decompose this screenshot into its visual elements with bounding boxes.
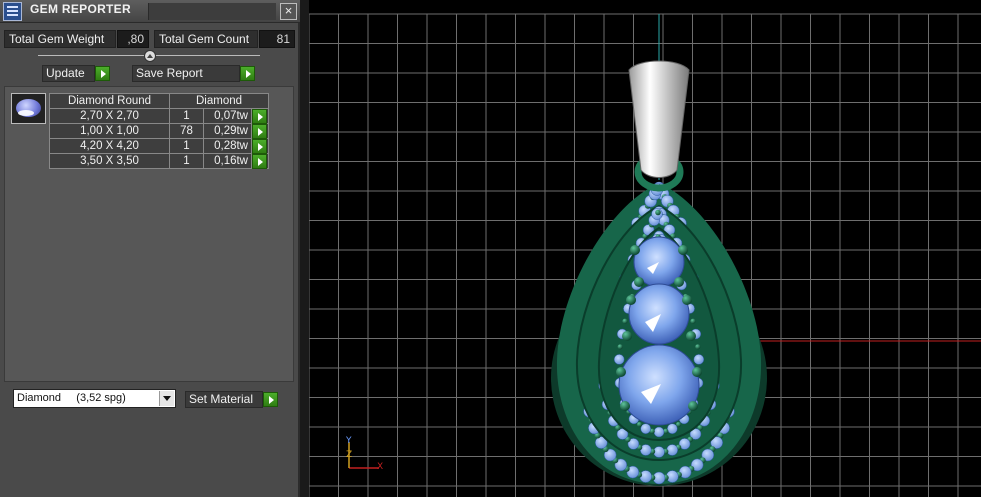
accent-gem — [653, 426, 665, 438]
gem-weight: 0,28tw — [203, 138, 252, 154]
pendant-model — [551, 60, 767, 486]
total-gem-weight-label: Total Gem Weight — [4, 30, 116, 48]
row-go-cell — [251, 153, 269, 169]
axis-gizmo — [348, 442, 379, 469]
gem-size: 4,20 X 4,20 — [49, 138, 170, 154]
prong-bead — [655, 209, 661, 216]
center-prong — [626, 295, 636, 305]
center-prong — [692, 367, 702, 377]
center-prong — [634, 277, 644, 287]
title-bar: GEM REPORTER × — [0, 0, 300, 23]
center-stone-large — [618, 344, 700, 426]
pendant-bail — [628, 60, 690, 178]
prong-bead — [695, 344, 701, 350]
center-stone-medium — [628, 283, 690, 345]
diamond-round-gem-icon[interactable] — [11, 93, 46, 124]
row-go-cell — [251, 138, 269, 154]
prong-bead — [690, 318, 696, 324]
gem-reporter-panel: GEM REPORTER × Total Gem Weight ,80 Tota… — [0, 0, 300, 497]
accent-gem — [667, 423, 678, 434]
save-report-go-icon[interactable] — [240, 66, 255, 81]
row-go-icon[interactable] — [252, 109, 267, 124]
chevron-down-icon[interactable] — [159, 391, 174, 406]
window-title: GEM REPORTER — [30, 2, 131, 16]
gem-weight: 0,16tw — [203, 153, 252, 169]
set-material-go-icon[interactable] — [263, 392, 278, 407]
center-prong — [630, 245, 640, 255]
table-row[interactable]: 1,00 X 1,00 78 0,29tw — [49, 123, 269, 139]
update-go-icon[interactable] — [95, 66, 110, 81]
table-row[interactable]: 4,20 X 4,20 1 0,28tw — [49, 138, 269, 154]
accent-gem — [640, 423, 651, 434]
row-go-icon[interactable] — [252, 154, 267, 169]
center-prong — [616, 367, 626, 377]
title-bar-field — [148, 3, 276, 20]
close-icon[interactable]: × — [280, 3, 297, 20]
center-prong — [688, 401, 698, 411]
gem-list-area: Diamond Round Diamond 2,70 X 2,70 1 0,07… — [4, 86, 294, 382]
gem-table: Diamond Round Diamond 2,70 X 2,70 1 0,07… — [49, 93, 269, 169]
accent-gem — [693, 354, 705, 365]
axis-y-label: Y — [346, 436, 352, 446]
center-prong — [674, 277, 684, 287]
center-prong — [620, 401, 630, 411]
gem-size: 1,00 X 1,00 — [49, 123, 170, 139]
gem-reporter-app-icon — [3, 2, 22, 21]
total-gem-count-value: 81 — [259, 30, 295, 48]
header-gem-shape: Diamond Round — [49, 93, 170, 109]
gem-count: 1 — [169, 153, 204, 169]
save-report-button[interactable]: Save Report — [132, 65, 240, 82]
accent-gem — [666, 444, 678, 456]
table-row[interactable]: 3,50 X 3,50 1 0,16tw — [49, 153, 269, 169]
center-prong — [622, 331, 632, 341]
viewport-canvas — [309, 13, 981, 497]
gem-weight: 0,29tw — [203, 123, 252, 139]
prong-bead — [636, 421, 643, 428]
prong-bead — [622, 318, 628, 324]
slider-handle[interactable] — [144, 50, 156, 62]
total-gem-weight-value: ,80 — [117, 30, 149, 48]
header-gem-material: Diamond — [169, 93, 269, 109]
save-report-button-label: Save Report — [136, 66, 203, 80]
row-go-cell — [251, 108, 269, 124]
3d-viewport[interactable]: Y Z X — [309, 0, 981, 497]
total-gem-count-label: Total Gem Count — [154, 30, 258, 48]
update-button[interactable]: Update — [42, 65, 95, 82]
material-selected-value: Diamond (3,52 spg) — [17, 392, 126, 404]
gem-count: 1 — [169, 108, 204, 124]
gem-count: 78 — [169, 123, 204, 139]
row-go-icon[interactable] — [252, 124, 267, 139]
set-material-button-label: Set Material — [189, 392, 254, 406]
row-go-icon[interactable] — [252, 139, 267, 154]
row-go-cell — [251, 123, 269, 139]
axis-z-label: Z — [346, 450, 353, 460]
update-button-label: Update — [46, 66, 85, 80]
center-prong — [686, 331, 696, 341]
set-material-button[interactable]: Set Material — [185, 391, 263, 408]
center-prong — [678, 245, 688, 255]
gem-size: 2,70 X 2,70 — [49, 108, 170, 124]
gem-weight: 0,07tw — [203, 108, 252, 124]
material-dropdown[interactable]: Diamond (3,52 spg) — [13, 389, 176, 408]
table-row[interactable]: 2,70 X 2,70 1 0,07tw — [49, 108, 269, 124]
gem-count: 1 — [169, 138, 204, 154]
accent-gem — [613, 354, 625, 365]
gem-size: 3,50 X 3,50 — [49, 153, 170, 169]
prong-bead — [617, 344, 623, 350]
axis-x-label: X — [377, 462, 384, 472]
center-prong — [682, 295, 692, 305]
